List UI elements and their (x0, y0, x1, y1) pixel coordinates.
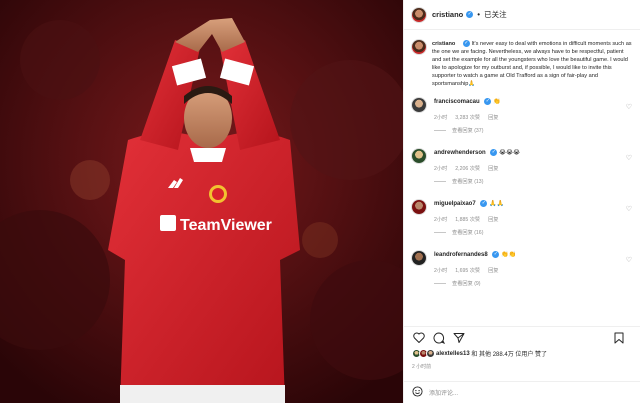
comment-like-heart-icon[interactable]: ♡ (626, 205, 632, 213)
comment-text: 🙏🙏 (489, 200, 504, 207)
caption-username[interactable]: cristiano (432, 41, 455, 47)
view-replies-button[interactable]: 查看回复 (9) (434, 280, 624, 287)
view-replies-label: 查看回复 (37) (452, 127, 484, 134)
view-replies-label: 查看回复 (16) (452, 229, 484, 236)
replies-dash (434, 129, 446, 131)
heart-icon[interactable] (412, 331, 426, 345)
caption-avatar[interactable] (412, 40, 426, 54)
emoji-icon[interactable] (412, 386, 423, 399)
shirt-sponsor-text: TeamViewer (180, 217, 272, 234)
post-photo: TeamViewer (0, 0, 403, 403)
comment-like-heart-icon[interactable]: ♡ (626, 154, 632, 162)
comment-avatar[interactable] (412, 97, 426, 112)
verified-badge-icon: ✓ (480, 199, 488, 207)
liker-avatar (426, 349, 435, 358)
add-comment-input[interactable]: 添加评论... (429, 388, 458, 397)
caption-verified-icon: ✓ (462, 40, 470, 48)
comment-likes[interactable]: 1,885 次赞 (455, 217, 480, 223)
comment-username[interactable]: miguelpaixao7 (434, 201, 476, 207)
likes-text[interactable]: 和 其他 288.4万 位用户 赞了 (471, 349, 547, 358)
reply-button[interactable]: 回复 (488, 166, 498, 172)
comment-avatar[interactable] (412, 199, 426, 214)
comment-avatar[interactable] (412, 148, 426, 163)
comment-likes[interactable]: 1,695 次赞 (455, 268, 480, 274)
reply-button[interactable]: 回复 (488, 268, 498, 274)
comment-username[interactable]: leandrofernandes8 (434, 252, 488, 258)
replies-dash (434, 282, 446, 284)
likes-first-user[interactable]: alextelles13 (436, 351, 470, 357)
share-icon[interactable] (452, 331, 466, 345)
post-actions-bar (404, 326, 640, 348)
comment-time: 2小时 (434, 114, 448, 121)
view-replies-label: 查看回复 (9) (452, 280, 481, 287)
comment-like-heart-icon[interactable]: ♡ (626, 256, 632, 264)
comment-text: 😭😭😭 (499, 149, 521, 156)
caption-text: It's never easy to deal with emotions in… (432, 41, 632, 88)
comment-item: andrewhenderson ✓ 😭😭😭 2小时 2,206 次赞 回复 查看回复… (404, 146, 640, 197)
verified-badge-icon: ✓ (492, 250, 500, 258)
comment-likes[interactable]: 3,283 次赞 (455, 115, 480, 121)
comment-item: miguelpaixao7 ✓ 🙏🙏 2小时 1,885 次赞 回复 查看回复 (1… (404, 197, 640, 248)
comment-username[interactable]: franciscomacau (434, 99, 480, 105)
post-caption: cristiano ✓ It's never easy to deal with… (404, 31, 640, 95)
post-timestamp: 2 小时前 (412, 364, 432, 370)
comment-username[interactable]: andrewhenderson (434, 150, 486, 156)
verified-badge-icon: ✓ (466, 11, 474, 18)
liker-avatars[interactable] (412, 349, 435, 358)
separator-dot: • (477, 10, 481, 19)
comment-text: 👏👏 (501, 251, 516, 258)
comment-time: 2小时 (434, 267, 448, 274)
view-replies-label: 查看回复 (13) (452, 178, 484, 185)
comments-scroll-area[interactable]: cristiano ✓ It's never easy to deal with… (404, 31, 640, 323)
verified-badge-icon: ✓ (484, 97, 492, 105)
comment-avatar[interactable] (412, 250, 426, 265)
comment-item: franciscomacau ✓ 👏 2小时 3,283 次赞 回复 查看回复 (3… (404, 95, 640, 146)
comment-text: 👏 (493, 98, 501, 105)
view-replies-button[interactable]: 查看回复 (37) (434, 127, 624, 134)
comment-time: 2小时 (434, 165, 448, 172)
comment-likes[interactable]: 2,206 次赞 (455, 166, 480, 172)
comment-icon[interactable] (432, 331, 446, 345)
view-replies-button[interactable]: 查看回复 (16) (434, 229, 624, 236)
author-username[interactable]: cristiano (432, 10, 463, 19)
ronaldo-photo: TeamViewer (0, 0, 403, 403)
reply-button[interactable]: 回复 (488, 217, 498, 223)
view-replies-button[interactable]: 查看回复 (13) (434, 178, 624, 185)
post-sidebar: cristiano ✓ • 已关注 cristiano ✓ It's never… (403, 0, 640, 403)
author-avatar[interactable] (412, 7, 426, 22)
follow-status-button[interactable]: 已关注 (484, 9, 507, 20)
reply-button[interactable]: 回复 (488, 115, 498, 121)
post-header: cristiano ✓ • 已关注 (404, 0, 640, 30)
verified-badge-icon: ✓ (490, 148, 498, 156)
replies-dash (434, 180, 446, 182)
likes-summary: alextelles13 和 其他 288.4万 位用户 赞了 (412, 349, 632, 358)
comment-item: leandrofernandes8 ✓ 👏👏 2小时 1,695 次赞 回复 查看回… (404, 248, 640, 299)
comment-time: 2小时 (434, 216, 448, 223)
comment-like-heart-icon[interactable]: ♡ (626, 103, 632, 111)
bookmark-icon[interactable] (612, 331, 626, 345)
add-comment-bar[interactable]: 添加评论... (404, 381, 640, 403)
caption-text-block: cristiano ✓ It's never easy to deal with… (432, 40, 632, 89)
replies-dash (434, 231, 446, 233)
